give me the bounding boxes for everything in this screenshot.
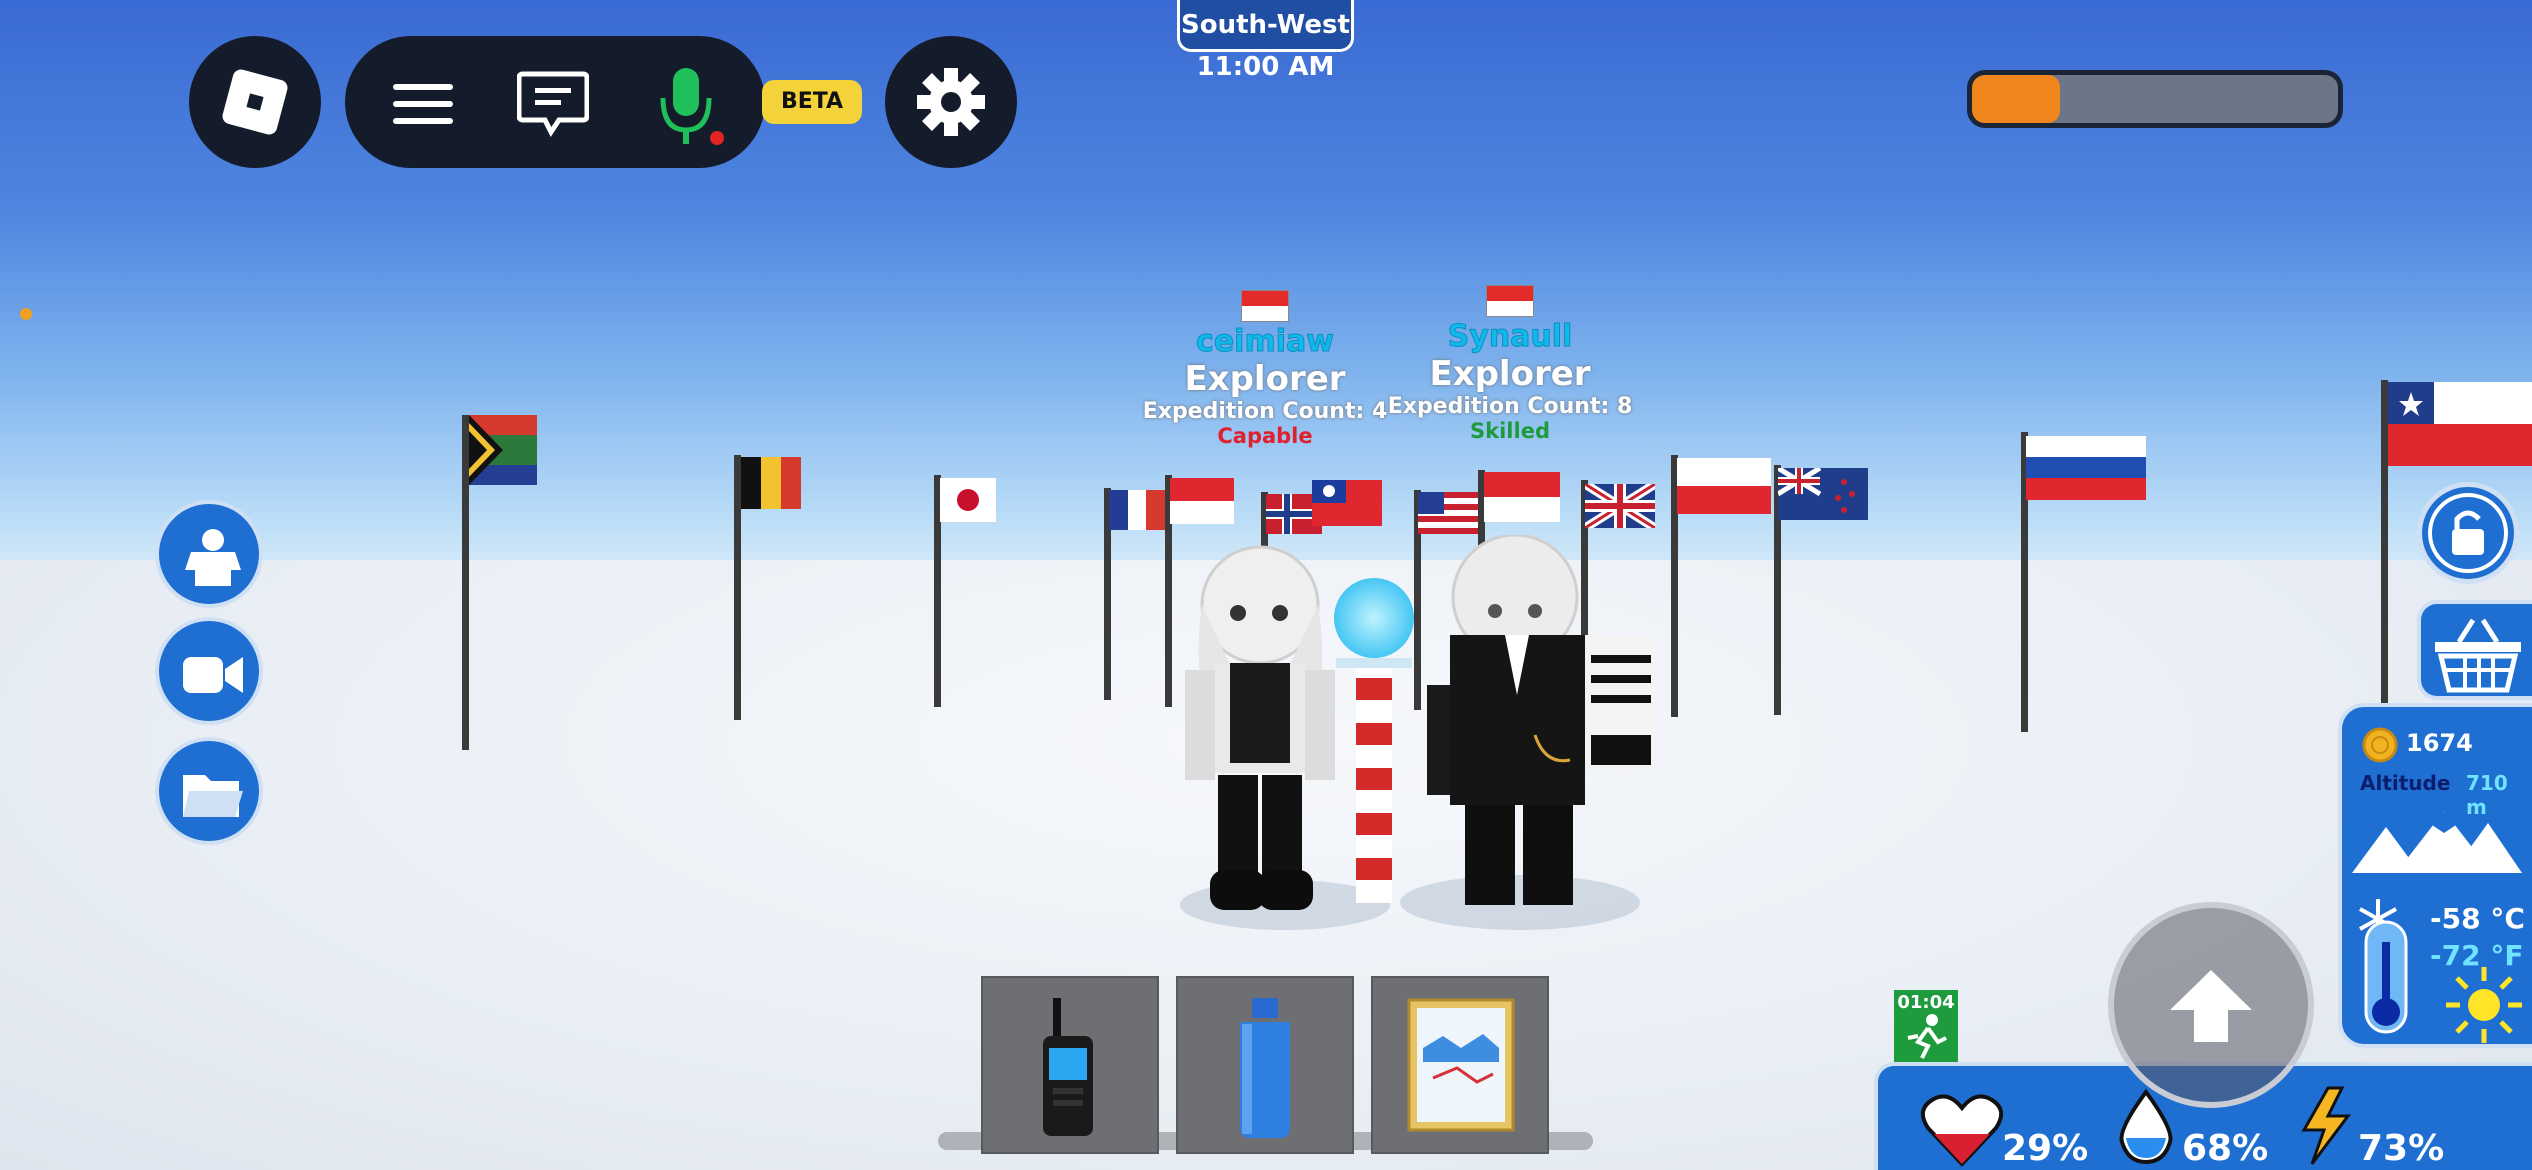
stats-panel: 1674 Altitude 710 m -58 °C -72 °F (2338, 703, 2532, 1048)
shopping-basket-icon (2435, 618, 2521, 693)
new-zealand-flag (1776, 465, 1868, 520)
player-name: Synaull (1447, 319, 1573, 355)
folder-icon (183, 775, 243, 817)
indonesia-flag-icon (1241, 290, 1289, 322)
water-bottle-icon (1240, 998, 1290, 1138)
map-icon (1407, 998, 1515, 1132)
hotbar-slot-1[interactable] (981, 976, 1159, 1154)
arrow-up-icon (2170, 970, 2252, 1042)
health-value: 29% (2002, 1128, 2089, 1169)
indonesia-flag-icon (1486, 285, 1534, 317)
player-name: ceimiaw (1196, 324, 1335, 360)
shift-lock-button[interactable] (2417, 482, 2519, 584)
coin-count: 1674 (2406, 729, 2473, 757)
lock-icon (2428, 493, 2508, 573)
monaco-flag (1484, 472, 1560, 522)
chile-flag (2388, 382, 2532, 466)
skill-level: Skilled (1470, 419, 1550, 443)
outfit-icon (185, 529, 241, 586)
topbar-pill (345, 36, 765, 168)
nametag-ceimiaw: ceimiaw Explorer Expedition Count: 4 Cap… (1140, 290, 1390, 448)
altitude-label: Altitude (2360, 771, 2451, 795)
beta-badge: BETA (762, 80, 862, 124)
coin-icon (2362, 727, 2398, 763)
belgium-flag (741, 457, 801, 509)
expedition-count: Expedition Count: 8 (1387, 394, 1633, 419)
thermometer-icon (2364, 920, 2408, 1034)
player-avatar-ceimiaw[interactable] (1160, 545, 1360, 915)
timer-value: 01:04 (1897, 992, 1955, 1013)
player-rank: Explorer (1429, 354, 1591, 394)
camera-button[interactable] (155, 617, 263, 725)
compass-direction: South-West (1177, 0, 1354, 52)
hotbar-slot-3[interactable] (1371, 976, 1549, 1154)
player-avatar-synaull[interactable] (1395, 533, 1675, 915)
running-man-icon (1907, 1014, 1947, 1059)
jump-button[interactable] (2108, 902, 2314, 1108)
usa-flag (1418, 492, 1480, 534)
expedition-count: Expedition Count: 4 (1142, 399, 1388, 424)
settings-button[interactable] (885, 36, 1017, 168)
indicator-dot (20, 308, 32, 320)
hamburger-menu-icon[interactable] (393, 84, 453, 124)
sun-icon (2446, 967, 2522, 1043)
nametag-synaull: Synaull Explorer Expedition Count: 8 Ski… (1385, 285, 1635, 443)
player-rank: Explorer (1184, 359, 1346, 399)
chat-icon[interactable] (516, 70, 590, 137)
russia-flag (2026, 436, 2146, 500)
emergency-timer: 01:04 (1894, 990, 1958, 1062)
water-value: 68% (2182, 1128, 2269, 1169)
progress-bar (1967, 70, 2343, 128)
progress-fill (1972, 75, 2060, 123)
folder-button[interactable] (155, 737, 263, 845)
roblox-logo-icon (220, 67, 290, 137)
game-clock: 11:00 AM (1196, 52, 1335, 82)
shop-button[interactable] (2417, 600, 2532, 700)
skill-level: Capable (1217, 424, 1313, 448)
roblox-menu-button[interactable] (189, 36, 321, 168)
heart-icon (1920, 1094, 2004, 1167)
poland-flag (1677, 458, 1771, 514)
mountains-icon (2352, 811, 2522, 873)
energy-value: 73% (2358, 1128, 2445, 1169)
taiwan-flag (1312, 480, 1382, 526)
gear-icon (917, 68, 985, 136)
japan-flag (940, 478, 996, 522)
temperature-celsius: -58 °C (2430, 902, 2525, 935)
microphone-icon[interactable] (657, 64, 724, 145)
video-camera-icon (183, 657, 243, 693)
avatar-outfit-button[interactable] (155, 500, 263, 608)
radio-icon (1043, 998, 1093, 1136)
uk-flag (1582, 480, 1658, 532)
france-flag (1109, 490, 1165, 530)
indonesia-flag (1170, 478, 1234, 524)
south-africa-flag (469, 415, 537, 485)
hotbar-slot-2[interactable] (1176, 976, 1354, 1154)
